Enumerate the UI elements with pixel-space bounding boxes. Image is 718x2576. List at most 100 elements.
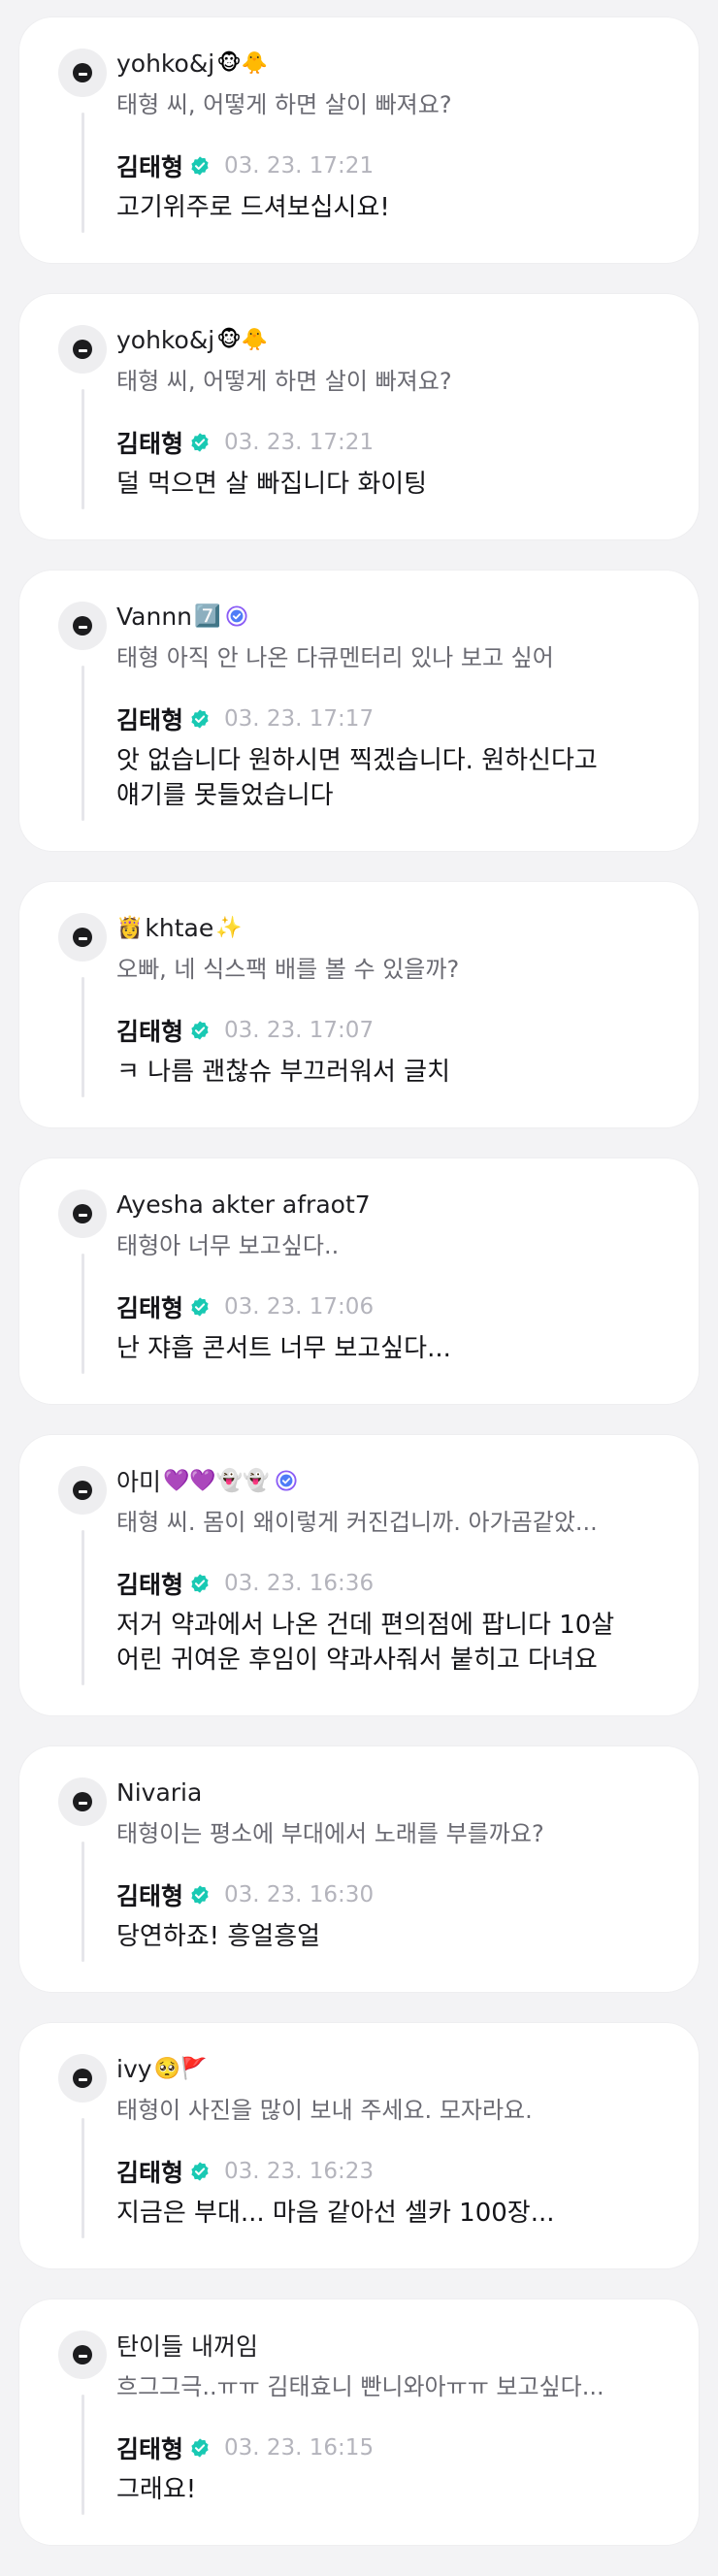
reply-timestamp: 03. 23. 17:21 xyxy=(224,430,375,455)
fan-message[interactable]: 흐그그극..ㅠㅠ 김태효니 빤니와아ㅠㅠ 보고싶다... xyxy=(116,2367,604,2401)
fan-message[interactable]: 태형이는 평소에 부대에서 노래를 부를까요? xyxy=(116,1814,544,1848)
fan-name[interactable]: Ayesha akter afraot7 xyxy=(116,1190,371,1219)
fan-avatar[interactable] xyxy=(58,1190,107,1238)
verified-badge-icon xyxy=(191,1574,209,1593)
fan-name-emoji: 🥺🚩 xyxy=(153,2056,208,2081)
fan-message[interactable]: 태형이 사진을 많이 보내 주세요. 모자라요. xyxy=(116,2091,533,2125)
fan-message[interactable]: 태형 씨. 몸이 왜이렇게 커진겁니까. 아가곰같았... xyxy=(116,1503,598,1537)
fan-membership-badge-icon xyxy=(276,1470,297,1491)
artist-reply[interactable]: 김태형 03. 23. 16:15 그래요! xyxy=(116,2431,660,2507)
fan-avatar[interactable] xyxy=(58,602,107,650)
fan-name-emoji: 7️⃣ xyxy=(194,603,221,629)
fan-name-row: Ayesha akter afraot7 xyxy=(116,1188,371,1221)
verified-badge-icon xyxy=(191,2162,209,2181)
reply-timestamp: 03. 23. 16:36 xyxy=(224,1571,375,1596)
fan-name[interactable]: yohko&j xyxy=(116,49,214,78)
artist-name: 김태형 xyxy=(116,706,184,734)
reply-line: 난 쟈흡 콘서트 너무 보고싶다... xyxy=(116,1334,451,1363)
fan-avatar[interactable] xyxy=(58,2331,107,2379)
thread-connector-line xyxy=(82,977,84,1097)
artist-reply-text: 당연하죠! 흥얼흥얼 xyxy=(116,1919,660,1954)
artist-reply-header: 김태형 03. 23. 17:07 xyxy=(116,1014,660,1047)
default-avatar-icon xyxy=(73,616,92,636)
fan-avatar[interactable] xyxy=(58,2054,107,2103)
fan-message[interactable]: 태형아 너무 보고싶다.. xyxy=(116,1226,339,1260)
default-avatar-icon xyxy=(73,1792,92,1811)
verified-badge-icon xyxy=(191,156,209,176)
thread-connector-line xyxy=(82,666,84,821)
artist-name: 김태형 xyxy=(116,1018,184,1046)
artist-reply[interactable]: 김태형 03. 23. 16:36 저거 약과에서 나온 건데 편의점에 팝니다… xyxy=(116,1567,660,1678)
comment-thread-card[interactable]: Vannn 7️⃣ 태형 아직 안 나온 다큐멘터리 있나 보고 싶어 김태형 … xyxy=(19,571,699,851)
fan-name[interactable]: yohko&j xyxy=(116,326,214,354)
artist-reply-header: 김태형 03. 23. 16:36 xyxy=(116,1567,660,1600)
thread-list: yohko&j 🐵🐥 태형 씨, 어떻게 하면 살이 빠져요? 김태형 03. … xyxy=(0,17,718,2576)
artist-name: 김태형 xyxy=(116,1571,184,1599)
reply-timestamp: 03. 23. 16:23 xyxy=(224,2159,375,2184)
reply-line: 어린 귀여운 후임이 약과사줘서 붙히고 다녀요 xyxy=(116,1646,598,1675)
fan-name[interactable]: ivy xyxy=(116,2055,152,2083)
artist-reply[interactable]: 김태형 03. 23. 17:06 난 쟈흡 콘서트 너무 보고싶다... xyxy=(116,1290,660,1366)
default-avatar-icon xyxy=(73,1204,92,1223)
fan-avatar[interactable] xyxy=(58,1466,107,1515)
reply-line: 지금은 부대... 마음 같아선 셀카 100장... xyxy=(116,2199,555,2228)
fan-name-row: 아미 💜💜👻👻 xyxy=(116,1464,297,1497)
thread-connector-line xyxy=(82,2118,84,2238)
artist-reply-header: 김태형 03. 23. 16:23 xyxy=(116,2155,660,2188)
fan-message[interactable]: 태형 씨, 어떻게 하면 살이 빠져요? xyxy=(116,362,452,396)
default-avatar-icon xyxy=(73,928,92,947)
artist-reply-text: 앗 없습니다 원하시면 찍겠습니다. 원하신다고 얘기를 못들었습니다 xyxy=(116,743,660,813)
artist-reply[interactable]: 김태형 03. 23. 17:21 고기위주로 드셔보십시요! xyxy=(116,149,660,225)
artist-reply-text: ㅋ 나름 괜찮슈 부끄러워서 글치 xyxy=(116,1055,660,1090)
comment-thread-card[interactable]: 👸 khtae ✨ 오빠, 네 식스팩 배를 볼 수 있을까? 김태형 03. … xyxy=(19,882,699,1127)
fan-message[interactable]: 태형 씨, 어떻게 하면 살이 빠져요? xyxy=(116,85,452,119)
fan-name-emoji: 💜💜👻👻 xyxy=(163,1468,270,1493)
verified-badge-icon xyxy=(191,709,209,729)
artist-reply[interactable]: 김태형 03. 23. 16:23 지금은 부대... 마음 같아선 셀카 10… xyxy=(116,2155,660,2231)
artist-name: 김태형 xyxy=(116,1294,184,1322)
fan-name[interactable]: Nivaria xyxy=(116,1778,202,1807)
fan-membership-badge-icon xyxy=(226,605,247,627)
fan-message[interactable]: 오빠, 네 식스팩 배를 볼 수 있을까? xyxy=(116,950,459,984)
comment-feed-page: { "artist": "김태형", "threads": [ { "fan_n… xyxy=(0,0,718,2573)
fan-name[interactable]: khtae xyxy=(145,914,213,942)
comment-thread-card[interactable]: yohko&j 🐵🐥 태형 씨, 어떻게 하면 살이 빠져요? 김태형 03. … xyxy=(19,294,699,539)
thread-connector-line xyxy=(82,1254,84,1374)
default-avatar-icon xyxy=(73,1481,92,1500)
default-avatar-icon xyxy=(73,340,92,359)
artist-reply-header: 김태형 03. 23. 16:30 xyxy=(116,1878,660,1911)
fan-name-row: ivy 🥺🚩 xyxy=(116,2052,207,2085)
artist-reply[interactable]: 김태형 03. 23. 17:07 ㅋ 나름 괜찮슈 부끄러워서 글치 xyxy=(116,1014,660,1090)
verified-badge-icon xyxy=(191,2438,209,2458)
comment-thread-card[interactable]: Ayesha akter afraot7 태형아 너무 보고싶다.. 김태형 0… xyxy=(19,1158,699,1404)
default-avatar-icon xyxy=(73,63,92,82)
reply-line: 덜 먹으면 살 빠집니다 화이팅 xyxy=(116,470,428,499)
fan-avatar[interactable] xyxy=(58,325,107,374)
default-avatar-icon xyxy=(73,2069,92,2088)
reply-timestamp: 03. 23. 17:07 xyxy=(224,1018,375,1043)
fan-avatar[interactable] xyxy=(58,49,107,97)
artist-reply[interactable]: 김태형 03. 23. 17:21 덜 먹으면 살 빠집니다 화이팅 xyxy=(116,426,660,502)
comment-thread-card[interactable]: yohko&j 🐵🐥 태형 씨, 어떻게 하면 살이 빠져요? 김태형 03. … xyxy=(19,17,699,263)
fan-avatar[interactable] xyxy=(58,913,107,962)
fan-name-row: 탄이들 내꺼임 xyxy=(116,2329,258,2362)
fan-message[interactable]: 태형 아직 안 나온 다큐멘터리 있나 보고 싶어 xyxy=(116,638,554,672)
fan-avatar[interactable] xyxy=(58,1777,107,1826)
comment-thread-card[interactable]: Nivaria 태형이는 평소에 부대에서 노래를 부를까요? 김태형 03. … xyxy=(19,1746,699,1992)
comment-thread-card[interactable]: ivy 🥺🚩 태형이 사진을 많이 보내 주세요. 모자라요. 김태형 03. … xyxy=(19,2023,699,2268)
artist-name: 김태형 xyxy=(116,1882,184,1910)
fan-name[interactable]: 탄이들 내꺼임 xyxy=(116,2328,258,2363)
fan-name[interactable]: Vannn xyxy=(116,603,192,631)
reply-timestamp: 03. 23. 16:30 xyxy=(224,1882,375,1908)
comment-thread-card[interactable]: 탄이들 내꺼임 흐그그극..ㅠㅠ 김태효니 빤니와아ㅠㅠ 보고싶다... 김태형… xyxy=(19,2299,699,2545)
artist-reply[interactable]: 김태형 03. 23. 17:17 앗 없습니다 원하시면 찍겠습니다. 원하신… xyxy=(116,702,660,813)
reply-timestamp: 03. 23. 17:21 xyxy=(224,153,375,179)
artist-reply[interactable]: 김태형 03. 23. 16:30 당연하죠! 흥얼흥얼 xyxy=(116,1878,660,1954)
thread-connector-line xyxy=(82,1842,84,1962)
reply-line: 얘기를 못들었습니다 xyxy=(116,781,334,810)
fan-name[interactable]: 아미 xyxy=(116,1463,161,1498)
reply-timestamp: 03. 23. 17:17 xyxy=(224,706,375,732)
reply-line: 당연하죠! 흥얼흥얼 xyxy=(116,1922,321,1951)
comment-thread-card[interactable]: 아미 💜💜👻👻 태형 씨. 몸이 왜이렇게 커진겁니까. 아가곰같았... 김태… xyxy=(19,1435,699,1715)
artist-reply-text: 난 쟈흡 콘서트 너무 보고싶다... xyxy=(116,1331,660,1366)
